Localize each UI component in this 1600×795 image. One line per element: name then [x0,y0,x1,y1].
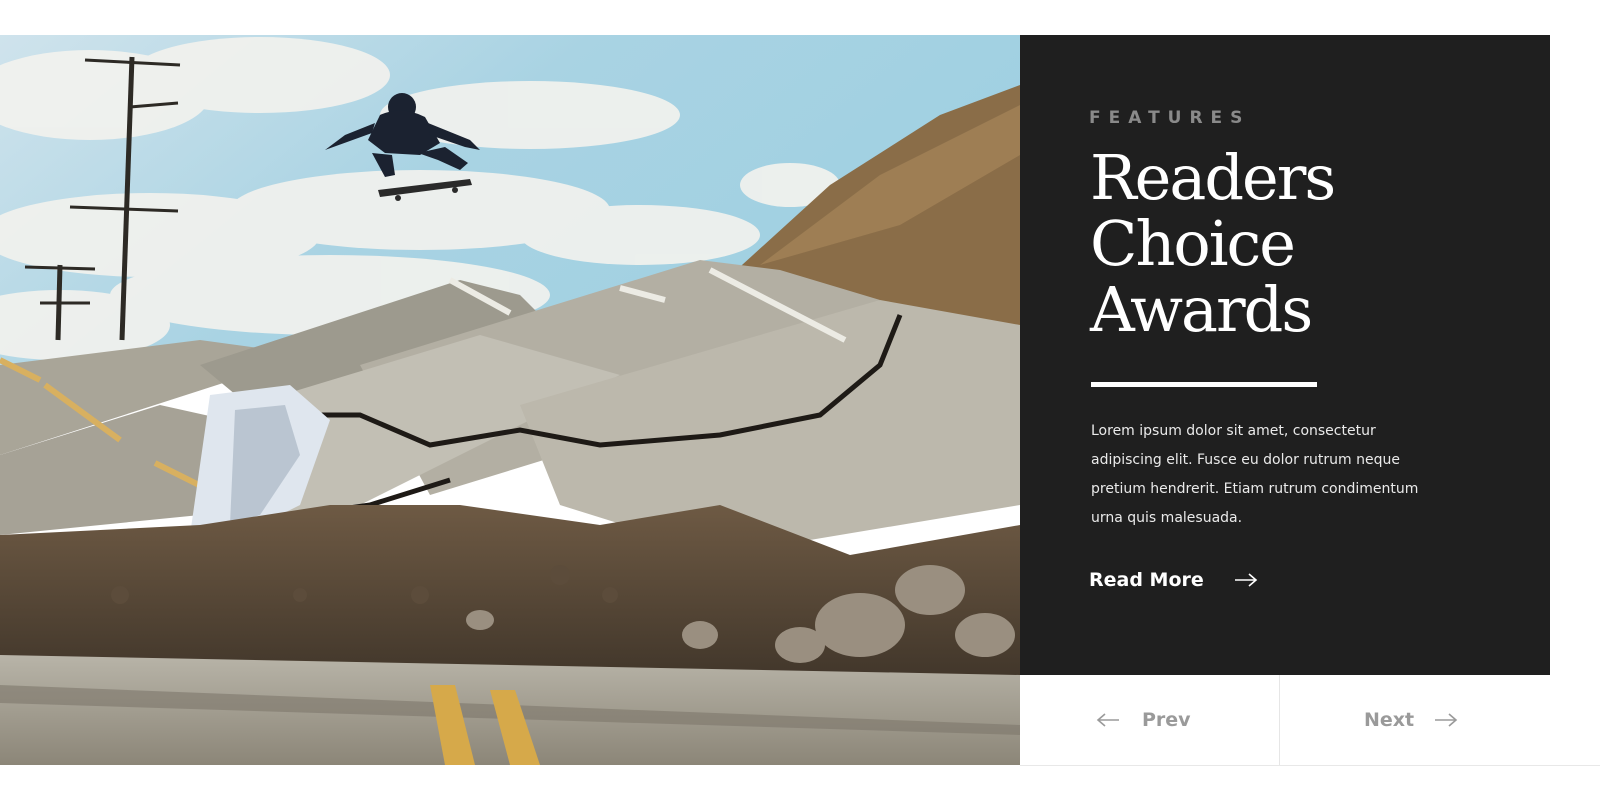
next-button[interactable]: Next [1281,675,1550,765]
hero-image [0,35,1020,765]
arrow-right-icon [1234,573,1258,587]
arrow-right-icon [1434,713,1458,727]
title-divider [1091,382,1317,387]
feature-title: Readers Choice Awards [1090,141,1336,346]
bottom-divider [1020,765,1600,766]
prev-button[interactable]: Prev [1020,675,1280,765]
feature-panel: FEATURES Readers Choice Awards Lorem ips… [1020,35,1550,675]
read-more-label: Read More [1089,569,1204,591]
prev-label: Prev [1142,709,1191,731]
section-eyebrow: FEATURES [1089,108,1251,128]
skateboarder-photo [0,35,1020,765]
arrow-left-icon [1096,713,1120,727]
read-more-link[interactable]: Read More [1089,569,1258,591]
feature-description: Lorem ipsum dolor sit amet, consectetur … [1091,423,1419,526]
next-label: Next [1364,709,1415,731]
